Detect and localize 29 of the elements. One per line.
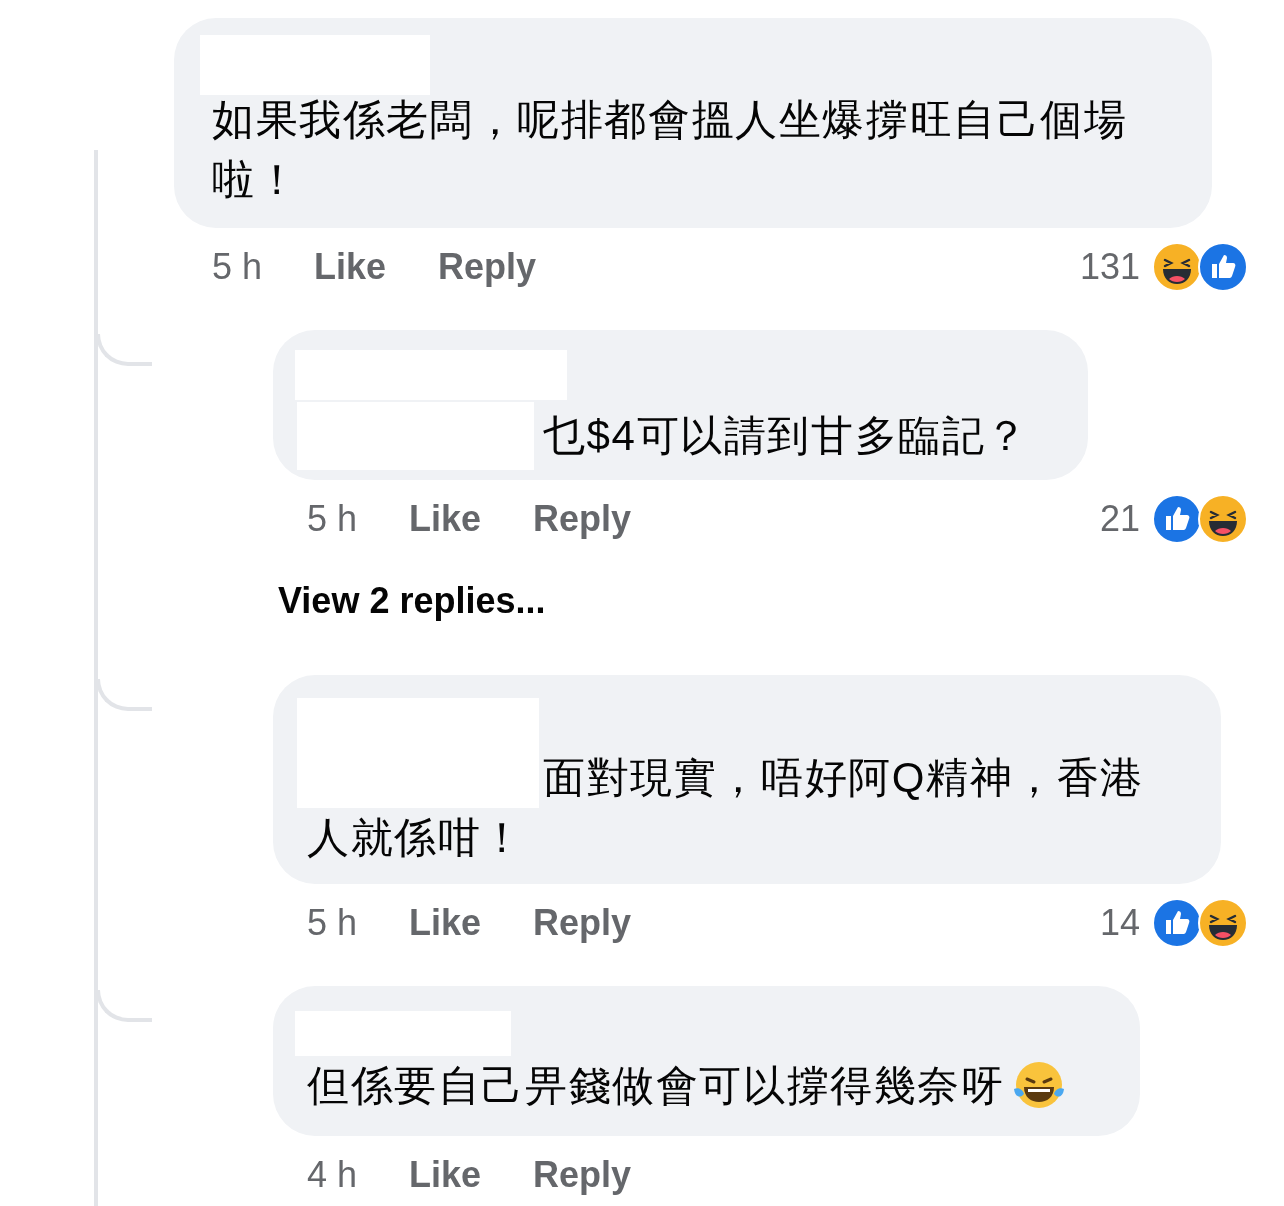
reaction-count: 131: [1079, 247, 1140, 287]
comment-text: 如果我係老闆，呢排都會搵人坐爆撐旺自己個場啦！: [212, 95, 1129, 205]
like-link[interactable]: Like: [409, 1155, 482, 1195]
thread-connector: [96, 334, 152, 366]
timestamp: 5 h: [307, 499, 358, 539]
like-link[interactable]: Like: [409, 903, 482, 943]
like-link[interactable]: Like: [409, 499, 482, 539]
laughing-face-icon: [1198, 898, 1248, 948]
like-icon: [1198, 242, 1248, 292]
laughing-face-icon: [1198, 494, 1248, 544]
timestamp: 4 h: [307, 1155, 358, 1195]
thread-connector: [96, 990, 152, 1022]
reply-link[interactable]: Reply: [533, 1155, 632, 1195]
view-replies-link[interactable]: View 2 replies...: [278, 576, 546, 626]
reaction-count: 14: [1099, 903, 1140, 943]
reply-text: 乜$4可以請到甘多臨記？: [543, 411, 1029, 461]
thread-connector: [96, 679, 152, 711]
like-link[interactable]: Like: [314, 247, 387, 287]
laughing-face-icon: [1152, 242, 1202, 292]
reply-text: 面對現實，唔好阿Q精神，香港人就係咁！: [307, 754, 1145, 861]
like-icon: [1152, 494, 1202, 544]
timestamp: 5 h: [212, 247, 263, 287]
like-icon: [1152, 898, 1202, 948]
reply-text: 但係要自己畀錢做會可以撐得幾奈呀: [307, 1061, 1005, 1111]
timestamp: 5 h: [307, 903, 358, 943]
reply-link[interactable]: Reply: [533, 903, 632, 943]
reply-link[interactable]: Reply: [438, 247, 537, 287]
reply-link[interactable]: Reply: [533, 499, 632, 539]
reaction-count: 21: [1099, 499, 1140, 539]
